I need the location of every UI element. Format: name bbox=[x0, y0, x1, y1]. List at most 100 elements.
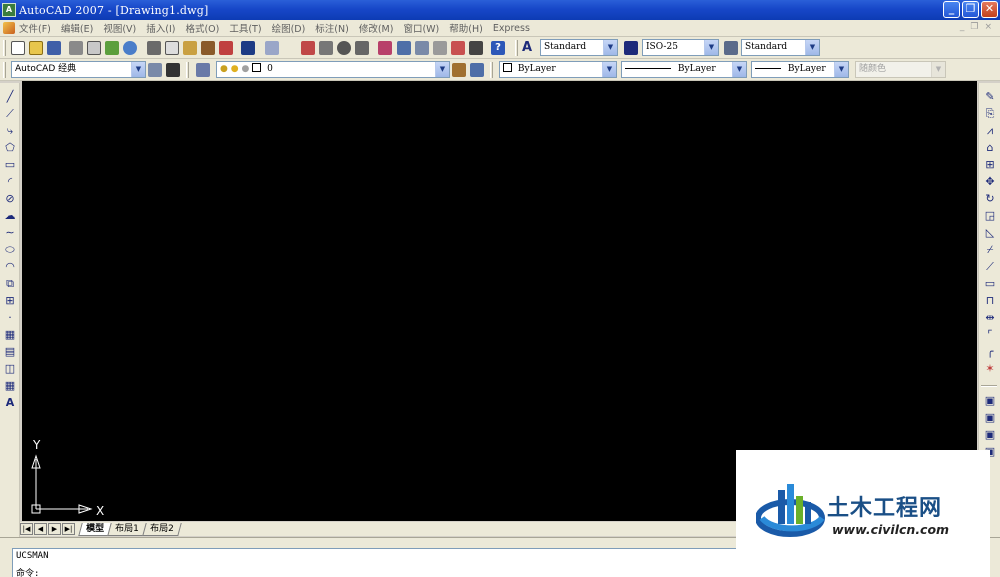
text-style-icon[interactable]: A bbox=[522, 41, 536, 55]
command-prompt[interactable]: 命令: bbox=[16, 566, 39, 577]
zoom-previous-icon[interactable] bbox=[355, 41, 369, 55]
workspace-save-icon[interactable] bbox=[166, 63, 180, 77]
gradient-icon[interactable]: ▤ bbox=[4, 346, 16, 358]
send-to-back-icon[interactable]: ▣ bbox=[984, 429, 996, 441]
table-style-icon[interactable] bbox=[724, 41, 738, 55]
circle-icon[interactable]: ⊘ bbox=[4, 193, 16, 205]
spline-icon[interactable]: ∼ bbox=[4, 227, 16, 239]
plot-icon[interactable] bbox=[69, 41, 83, 55]
menu-insert[interactable]: 插入(I) bbox=[146, 21, 175, 35]
tab-layout1[interactable]: 布局1 bbox=[107, 522, 147, 536]
last-tab-icon[interactable]: ▶| bbox=[62, 523, 75, 535]
trim-icon[interactable]: ⌿ bbox=[984, 244, 996, 256]
menu-draw[interactable]: 绘图(D) bbox=[272, 21, 306, 35]
menu-view[interactable]: 视图(V) bbox=[103, 21, 136, 35]
text-style-select[interactable]: Standard ▼ bbox=[540, 39, 618, 56]
copy-object-icon[interactable]: ⎘ bbox=[984, 108, 996, 120]
design-center-icon[interactable] bbox=[397, 41, 411, 55]
polyline-icon[interactable]: ⤷ bbox=[4, 125, 16, 137]
menu-tools[interactable]: 工具(T) bbox=[229, 21, 261, 35]
tool-palettes-icon[interactable] bbox=[415, 41, 429, 55]
erase-icon[interactable]: ✎ bbox=[984, 91, 996, 103]
layer-manager-icon[interactable] bbox=[196, 63, 210, 77]
ellipse-icon[interactable]: ⬭ bbox=[4, 244, 16, 256]
toolbar-grip[interactable] bbox=[3, 40, 6, 56]
dim-style-icon[interactable] bbox=[624, 41, 638, 55]
explode-icon[interactable]: ✶ bbox=[984, 363, 996, 375]
menu-file[interactable]: 文件(F) bbox=[19, 21, 51, 35]
zoom-realtime-icon[interactable] bbox=[319, 41, 333, 55]
stretch-icon[interactable]: ◺ bbox=[984, 227, 996, 239]
next-tab-icon[interactable]: ▶ bbox=[48, 523, 61, 535]
toolbar-grip[interactable] bbox=[3, 62, 6, 78]
undo-icon[interactable] bbox=[241, 41, 255, 55]
properties-icon[interactable] bbox=[378, 41, 392, 55]
offset-icon[interactable]: ⌂ bbox=[984, 142, 996, 154]
table-icon[interactable]: ▦ bbox=[4, 380, 16, 392]
hatch-icon[interactable]: ▦ bbox=[4, 329, 16, 341]
move-icon[interactable]: ✥ bbox=[984, 176, 996, 188]
rotate-icon[interactable]: ↻ bbox=[984, 193, 996, 205]
first-tab-icon[interactable]: |◀ bbox=[20, 523, 33, 535]
lineweight-select[interactable]: ByLayer ▼ bbox=[751, 61, 849, 78]
match-properties-icon[interactable] bbox=[201, 41, 215, 55]
revision-cloud-icon[interactable]: ☁ bbox=[4, 210, 16, 222]
pan-icon[interactable] bbox=[301, 41, 315, 55]
dim-style-select[interactable]: ISO-25 ▼ bbox=[642, 39, 719, 56]
line-icon[interactable]: ╱ bbox=[4, 91, 16, 103]
fillet-icon[interactable]: ╭ bbox=[984, 346, 996, 358]
autocad-logo-icon[interactable]: A bbox=[2, 3, 16, 17]
toolbar-grip[interactable] bbox=[186, 62, 189, 78]
array-icon[interactable]: ⊞ bbox=[984, 159, 996, 171]
linetype-select[interactable]: ByLayer ▼ bbox=[621, 61, 747, 78]
help-icon[interactable]: ? bbox=[491, 41, 505, 55]
block-editor-icon[interactable] bbox=[219, 41, 233, 55]
layer-select[interactable]: ● ● ● 0 ▼ bbox=[216, 61, 450, 78]
menu-help[interactable]: 帮助(H) bbox=[449, 21, 483, 35]
menu-express[interactable]: Express bbox=[493, 23, 530, 34]
polygon-icon[interactable]: ⬠ bbox=[4, 142, 16, 154]
rectangle-icon[interactable]: ▭ bbox=[4, 159, 16, 171]
plot-preview-icon[interactable] bbox=[87, 41, 101, 55]
layer-previous-icon[interactable] bbox=[470, 63, 484, 77]
copy-icon[interactable] bbox=[165, 41, 179, 55]
color-select[interactable]: ByLayer ▼ bbox=[499, 61, 617, 78]
markup-icon[interactable] bbox=[451, 41, 465, 55]
scale-icon[interactable]: ◲ bbox=[984, 210, 996, 222]
table-style-select[interactable]: Standard ▼ bbox=[741, 39, 820, 56]
toolbar-grip[interactable] bbox=[515, 40, 518, 56]
open-icon[interactable] bbox=[29, 41, 43, 55]
3d-dwf-icon[interactable] bbox=[123, 41, 137, 55]
workspace-select[interactable]: AutoCAD 经典 ▼ bbox=[11, 61, 146, 78]
paste-icon[interactable] bbox=[183, 41, 197, 55]
sheet-set-icon[interactable] bbox=[433, 41, 447, 55]
menu-modify[interactable]: 修改(M) bbox=[359, 21, 394, 35]
multiline-text-icon[interactable]: A bbox=[4, 397, 16, 409]
draw-order-icon[interactable]: ▣ bbox=[984, 395, 996, 407]
insert-block-icon[interactable]: ⧉ bbox=[4, 278, 16, 290]
bring-to-front-icon[interactable]: ▣ bbox=[984, 412, 996, 424]
construction-line-icon[interactable]: ⟋ bbox=[4, 108, 16, 120]
calculator-icon[interactable] bbox=[469, 41, 483, 55]
new-icon[interactable] bbox=[11, 41, 25, 55]
save-icon[interactable] bbox=[47, 41, 61, 55]
close-button[interactable]: ✕ bbox=[981, 1, 998, 18]
extend-icon[interactable]: ⟋ bbox=[984, 261, 996, 273]
make-current-layer-icon[interactable] bbox=[452, 63, 466, 77]
join-icon[interactable]: ⇹ bbox=[984, 312, 996, 324]
document-icon[interactable] bbox=[3, 22, 15, 34]
tab-layout2[interactable]: 布局2 bbox=[142, 522, 182, 536]
doc-minimize-icon[interactable]: _ bbox=[960, 22, 965, 32]
menu-window[interactable]: 窗口(W) bbox=[403, 21, 439, 35]
doc-restore-icon[interactable]: ❐ bbox=[970, 22, 978, 32]
ellipse-arc-icon[interactable]: ◠ bbox=[4, 261, 16, 273]
make-block-icon[interactable]: ⊞ bbox=[4, 295, 16, 307]
break-at-point-icon[interactable]: ▭ bbox=[984, 278, 996, 290]
cut-icon[interactable] bbox=[147, 41, 161, 55]
minimize-button[interactable]: _ bbox=[943, 1, 960, 18]
break-icon[interactable]: ⊓ bbox=[984, 295, 996, 307]
arc-icon[interactable]: ◜ bbox=[4, 176, 16, 188]
menu-format[interactable]: 格式(O) bbox=[185, 21, 219, 35]
mirror-icon[interactable]: ⩘ bbox=[984, 125, 996, 137]
restore-button[interactable]: ❐ bbox=[962, 1, 979, 18]
